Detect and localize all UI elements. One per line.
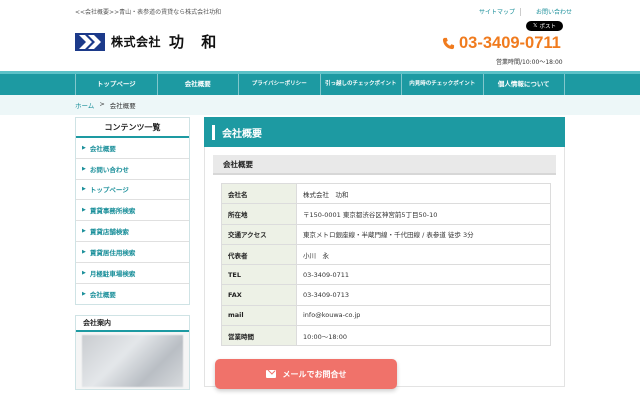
row-value: 03-3409-0713 <box>296 284 551 306</box>
table-row: 所在地 〒150-0001 東京都渋谷区神宮前5丁目50-10 <box>221 203 551 225</box>
row-label: TEL <box>221 264 297 286</box>
row-label: FAX <box>221 284 297 306</box>
mail-inquiry-button[interactable]: メールでお問合せ <box>215 359 397 389</box>
envelope-icon <box>265 370 276 378</box>
sidebar-item-top[interactable]: ▶ トップページ <box>76 180 189 201</box>
section-heading: 会社概要 <box>213 155 556 175</box>
sidebar-item-label: 賃貸居住用検索 <box>89 248 136 257</box>
content-panel: 会社概要 会社名 株式会社 功和 所在地 〒150-0001 東京都渋谷区神宮前5丁… <box>204 147 565 387</box>
sidebar-item-label: 賃貸店舗検索 <box>89 228 129 237</box>
arrow-right-icon: ▶ <box>82 290 86 297</box>
sitemap-link[interactable]: サイトマップ <box>474 7 520 16</box>
logo-name: 功 和 <box>169 33 223 51</box>
sidebar-item-label: 会社概要 <box>89 290 116 299</box>
sidebar-item-contact[interactable]: ▶ お問い合わせ <box>76 159 189 180</box>
page-title-bar: 会社概要 <box>204 117 565 147</box>
row-value[interactable]: info@kouwa-co.jp <box>296 304 551 327</box>
arrow-right-icon: ▶ <box>82 186 86 193</box>
company-info-box: 会社案内 <box>75 315 190 391</box>
breadcrumb-current: 会社概要 <box>109 102 136 110</box>
company-info-title: 会社案内 <box>76 316 189 333</box>
contents-title: コンテンツ一覧 <box>76 118 189 138</box>
arrow-right-icon: ▶ <box>82 269 86 276</box>
x-logo-icon: 𝕏 <box>533 23 538 29</box>
sidebar-item-parking-search[interactable]: ▶ 月極駐車場検索 <box>76 263 189 284</box>
main-content: 会社概要 会社概要 会社名 株式会社 功和 所在地 〒150-0001 東京都渋谷区… <box>204 117 565 387</box>
contact-link[interactable]: お問い合わせ <box>531 7 577 16</box>
sidebar-item-label: 会社概要 <box>89 144 116 153</box>
logo-mark-icon <box>75 32 105 51</box>
row-label: 営業時間 <box>221 325 297 347</box>
table-row: FAX 03-3409-0713 <box>221 284 551 306</box>
row-label: 交通アクセス <box>221 223 297 245</box>
link-divider <box>520 8 531 16</box>
nav-item-moving-checkpoint[interactable]: 引っ越しのチェックポイント <box>319 74 402 95</box>
nav-item-viewing-checkpoint[interactable]: 内見時のチェックポイント <box>401 74 483 95</box>
nav-item-personal-info[interactable]: 個人情報について <box>482 74 565 95</box>
sidebar-item-company-2[interactable]: ▶ 会社概要 <box>76 284 189 305</box>
sidebar-item-label: トップページ <box>89 186 129 195</box>
post-button-label: ポスト <box>539 24 556 30</box>
breadcrumb: ホーム > 会社概要 <box>75 100 136 110</box>
row-value: 小川 永 <box>296 243 551 266</box>
sidebar-item-label: お問い合わせ <box>89 165 129 174</box>
table-row: 会社名 株式会社 功和 <box>221 182 551 205</box>
company-logo[interactable]: 株式会社 功 和 <box>75 31 222 52</box>
phone-number: 03-3409-0711 <box>459 34 561 52</box>
arrow-right-icon: ▶ <box>82 248 86 255</box>
sidebar: コンテンツ一覧 ▶ 会社概要 ▶ お問い合わせ ▶ トップページ ▶ 賃貸事務所検索 ▶… <box>75 117 190 391</box>
sidebar-item-company[interactable]: ▶ 会社概要 <box>76 138 189 159</box>
sidebar-item-residence-search[interactable]: ▶ 賃貸居住用検索 <box>76 242 189 263</box>
contents-box: コンテンツ一覧 ▶ 会社概要 ▶ お問い合わせ ▶ トップページ ▶ 賃貸事務所検索 ▶… <box>75 117 190 306</box>
row-label: mail <box>221 304 297 327</box>
table-row: mail info@kouwa-co.jp <box>221 304 551 327</box>
logo-prefix: 株式会社 <box>111 35 162 49</box>
company-photo <box>82 335 183 388</box>
table-row: 営業時間 10:00〜18:00 <box>221 325 551 347</box>
page-title: 会社概要 <box>222 128 262 140</box>
row-value: 東京メトロ銀座線・半蔵門線・千代田線 / 表参道 徒歩 3分 <box>296 223 551 245</box>
breadcrumb-separator: > <box>99 100 105 108</box>
row-label: 会社名 <box>221 182 297 205</box>
phone-contact[interactable]: 03-3409-0711 <box>442 34 561 53</box>
utility-links: サイトマップ お問い合わせ <box>474 7 577 16</box>
table-row: 代表者 小川 永 <box>221 243 551 266</box>
title-accent-bar <box>212 124 215 140</box>
row-label: 代表者 <box>221 243 297 266</box>
arrow-right-icon: ▶ <box>82 207 86 214</box>
row-label: 所在地 <box>221 203 297 225</box>
nav-item-privacy[interactable]: プライバシーポリシー <box>238 74 320 95</box>
row-value: 03-3409-0711 <box>296 264 551 286</box>
phone-icon <box>442 37 455 50</box>
header-tagline: <<会社概要>>青山・表参道の賃貸なら株式会社功和 <box>75 9 222 16</box>
nav-item-top[interactable]: トップページ <box>75 74 157 95</box>
business-hours: 営業時間/10:00〜18:00 <box>496 59 563 66</box>
arrow-right-icon: ▶ <box>82 165 86 172</box>
main-nav: トップページ 会社概要 プライバシーポリシー 引っ越しのチェックポイント 内見時… <box>0 71 640 95</box>
arrow-right-icon: ▶ <box>82 228 86 235</box>
sidebar-item-label: 月極駐車場検索 <box>89 269 136 278</box>
table-row: 交通アクセス 東京メトロ銀座線・半蔵門線・千代田線 / 表参道 徒歩 3分 <box>221 223 551 245</box>
x-post-button[interactable]: 𝕏 ポスト <box>526 21 563 31</box>
row-value: 〒150-0001 東京都渋谷区神宮前5丁目50-10 <box>296 203 551 225</box>
arrow-right-icon: ▶ <box>82 144 86 151</box>
sidebar-item-office-search[interactable]: ▶ 賃貸事務所検索 <box>76 200 189 222</box>
sidebar-item-store-search[interactable]: ▶ 賃貸店舗検索 <box>76 221 189 242</box>
mail-inquiry-label: メールでお問合せ <box>282 369 347 379</box>
company-info-table: 会社名 株式会社 功和 所在地 〒150-0001 東京都渋谷区神宮前5丁目50-1… <box>221 182 551 347</box>
table-row: TEL 03-3409-0711 <box>221 264 551 286</box>
breadcrumb-home[interactable]: ホーム <box>75 100 94 110</box>
row-value: 株式会社 功和 <box>296 182 551 205</box>
sidebar-item-label: 賃貸事務所検索 <box>89 207 136 216</box>
nav-item-company[interactable]: 会社概要 <box>156 74 239 95</box>
row-value: 10:00〜18:00 <box>296 325 551 347</box>
